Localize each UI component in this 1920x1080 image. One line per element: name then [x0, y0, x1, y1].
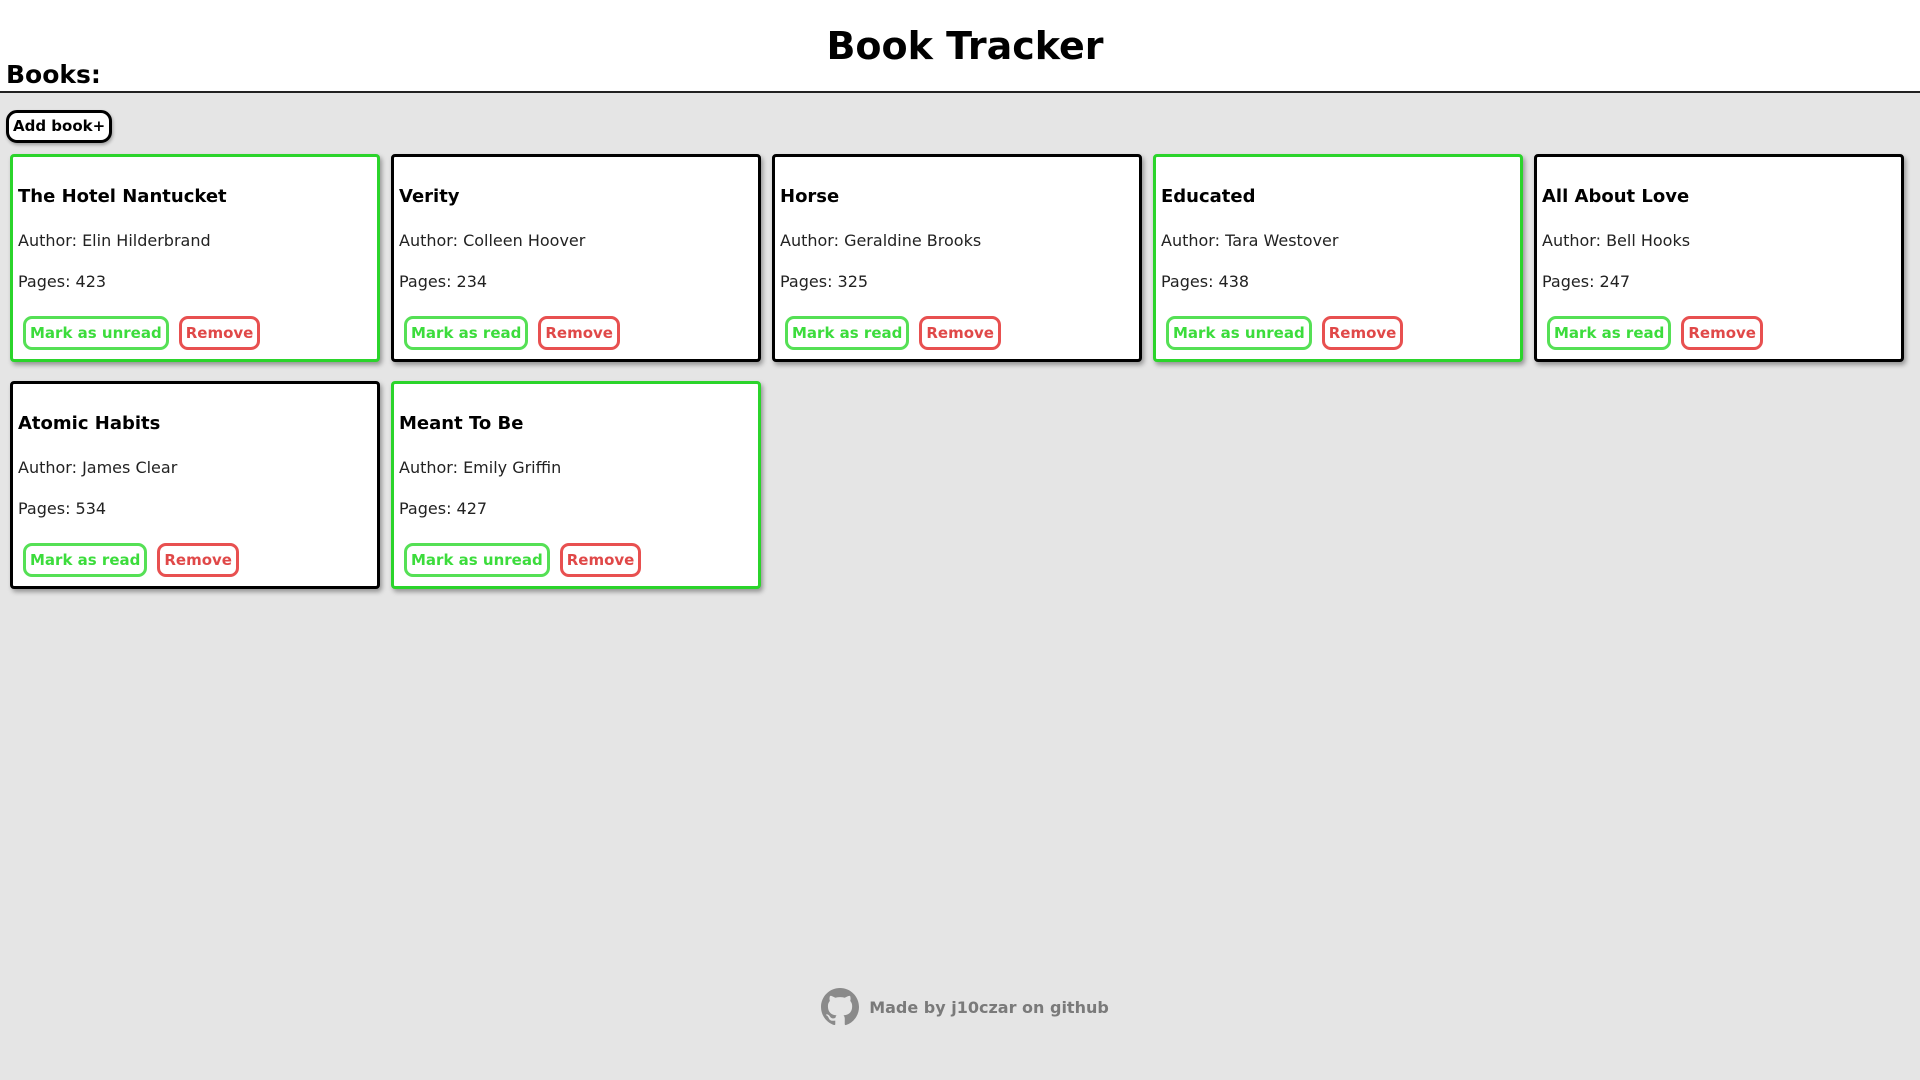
add-book-button[interactable]: Add book+: [6, 110, 113, 143]
author-prefix: Author:: [18, 458, 83, 477]
toggle-read-button[interactable]: Mark as read: [23, 543, 148, 577]
remove-button[interactable]: Remove: [538, 316, 620, 350]
pages-count: 438: [1218, 272, 1250, 291]
app-title: Book Tracker: [826, 24, 1104, 68]
pages-prefix: Pages:: [399, 272, 457, 291]
book-title: Atomic Habits: [18, 413, 161, 434]
book-card: Meant To Be Author: Emily Griffin Pages:…: [391, 381, 761, 589]
remove-button[interactable]: Remove: [1321, 316, 1404, 350]
book-actions: Mark as read Remove: [785, 316, 1001, 350]
remove-button[interactable]: Remove: [157, 543, 239, 577]
book-card: The Hotel Nantucket Author: Elin Hilderb…: [10, 154, 380, 362]
author-prefix: Author:: [399, 458, 464, 477]
author-prefix: Author:: [1542, 231, 1607, 250]
pages-count: 427: [456, 499, 488, 518]
books-heading: Books:: [6, 60, 101, 89]
footer-link[interactable]: Made by j10czar on github: [0, 988, 1920, 1026]
pages-prefix: Pages:: [18, 499, 76, 518]
book-author: Author: Elin Hilderbrand: [18, 230, 211, 252]
pages-prefix: Pages:: [18, 272, 76, 291]
book-title: Educated: [1161, 186, 1256, 207]
author-name: Emily Griffin: [463, 458, 562, 477]
book-card: All About Love Author: Bell Hooks Pages:…: [1534, 154, 1904, 362]
book-author: Author: Tara Westover: [1161, 230, 1338, 252]
pages-prefix: Pages:: [780, 272, 838, 291]
book-pages: Pages: 423: [18, 271, 106, 293]
book-author: Author: James Clear: [18, 457, 177, 479]
remove-button[interactable]: Remove: [559, 543, 642, 577]
toggle-read-button[interactable]: Mark as read: [404, 316, 529, 350]
author-name: Colleen Hoover: [463, 231, 586, 250]
author-prefix: Author:: [780, 231, 845, 250]
footer-text: Made by j10czar on github: [869, 997, 1109, 1017]
book-actions: Mark as read Remove: [1547, 316, 1763, 350]
remove-button[interactable]: Remove: [178, 316, 261, 350]
book-pages: Pages: 438: [1161, 271, 1249, 293]
toggle-read-button[interactable]: Mark as unread: [1166, 316, 1312, 350]
author-prefix: Author:: [1161, 231, 1226, 250]
book-actions: Mark as unread Remove: [23, 316, 261, 350]
pages-count: 423: [75, 272, 107, 291]
remove-button[interactable]: Remove: [1681, 316, 1763, 350]
author-name: James Clear: [82, 458, 178, 477]
toggle-read-button[interactable]: Mark as read: [1547, 316, 1672, 350]
book-actions: Mark as read Remove: [23, 543, 239, 577]
pages-count: 325: [837, 272, 869, 291]
pages-count: 234: [456, 272, 488, 291]
header-bar: Book Tracker Books:: [0, 0, 1920, 93]
book-title: Horse: [780, 186, 840, 207]
book-pages: Pages: 427: [399, 498, 487, 520]
book-title: Verity: [399, 186, 460, 207]
author-name: Elin Hilderbrand: [82, 231, 211, 250]
book-card: Verity Author: Colleen Hoover Pages: 234…: [391, 154, 761, 362]
author-name: Tara Westover: [1225, 231, 1339, 250]
book-title: Meant To Be: [399, 413, 524, 434]
toggle-read-button[interactable]: Mark as unread: [404, 543, 550, 577]
pages-prefix: Pages:: [1542, 272, 1600, 291]
book-actions: Mark as unread Remove: [404, 543, 642, 577]
pages-count: 534: [75, 499, 107, 518]
book-actions: Mark as read Remove: [404, 316, 620, 350]
pages-count: 247: [1599, 272, 1631, 291]
book-card: Horse Author: Geraldine Brooks Pages: 32…: [772, 154, 1142, 362]
book-author: Author: Bell Hooks: [1542, 230, 1690, 252]
book-pages: Pages: 534: [18, 498, 106, 520]
book-title: All About Love: [1542, 186, 1690, 207]
book-author: Author: Colleen Hoover: [399, 230, 585, 252]
book-card: Atomic Habits Author: James Clear Pages:…: [10, 381, 380, 589]
remove-button[interactable]: Remove: [919, 316, 1001, 350]
author-name: Bell Hooks: [1606, 231, 1691, 250]
book-author: Author: Geraldine Brooks: [780, 230, 981, 252]
book-card: Educated Author: Tara Westover Pages: 43…: [1153, 154, 1523, 362]
book-title: The Hotel Nantucket: [18, 186, 227, 207]
book-author: Author: Emily Griffin: [399, 457, 561, 479]
toggle-read-button[interactable]: Mark as read: [785, 316, 910, 350]
book-grid: The Hotel Nantucket Author: Elin Hilderb…: [10, 154, 1910, 589]
book-pages: Pages: 325: [780, 271, 868, 293]
pages-prefix: Pages:: [399, 499, 457, 518]
author-prefix: Author:: [18, 231, 83, 250]
author-name: Geraldine Brooks: [844, 231, 982, 250]
book-actions: Mark as unread Remove: [1166, 316, 1404, 350]
book-pages: Pages: 247: [1542, 271, 1630, 293]
book-pages: Pages: 234: [399, 271, 487, 293]
pages-prefix: Pages:: [1161, 272, 1219, 291]
github-icon: [821, 988, 860, 1026]
author-prefix: Author:: [399, 231, 464, 250]
toggle-read-button[interactable]: Mark as unread: [23, 316, 169, 350]
